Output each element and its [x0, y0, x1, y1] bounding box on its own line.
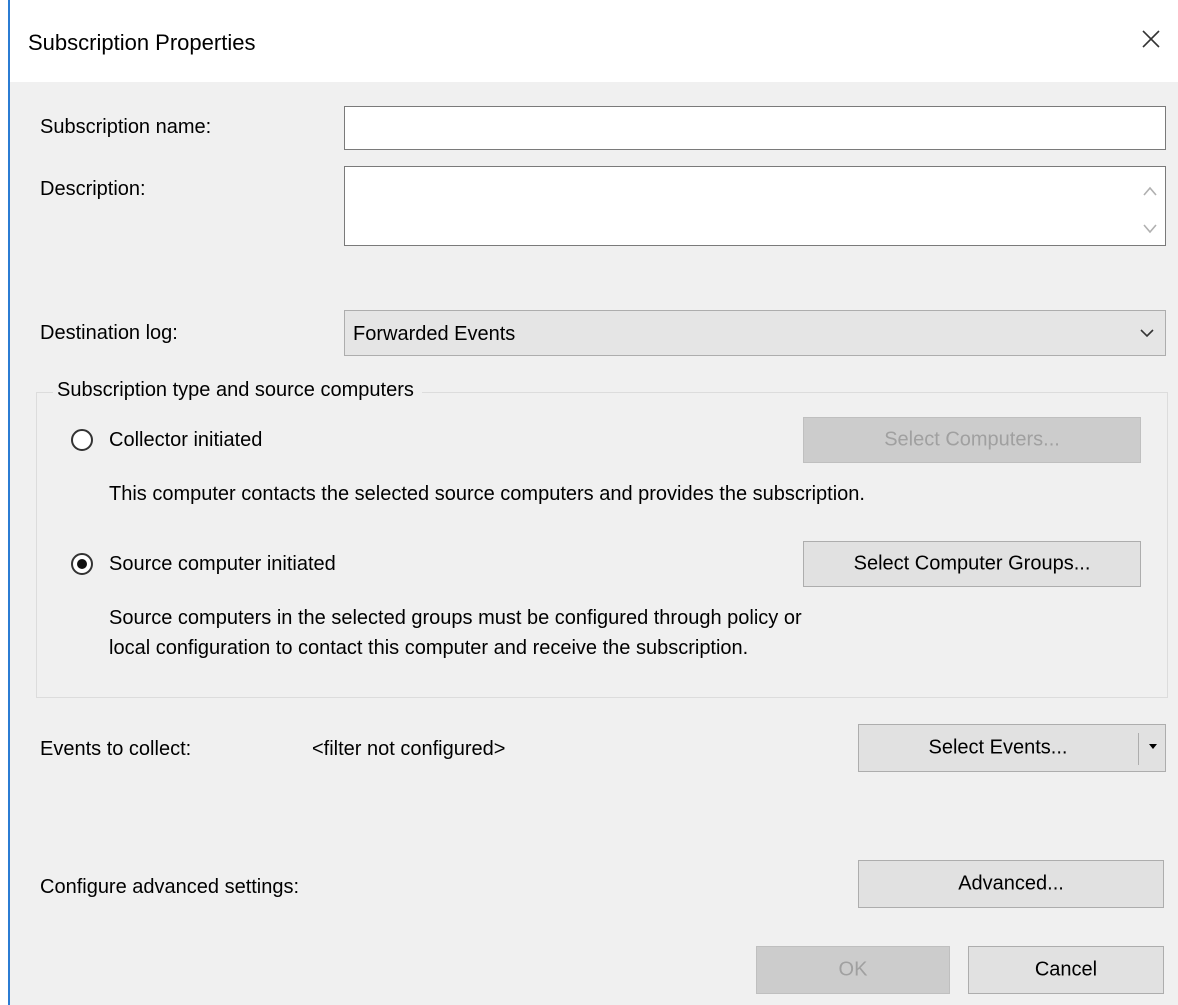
- select-events-split-button[interactable]: Select Events...: [858, 724, 1166, 772]
- description-input[interactable]: [344, 166, 1166, 246]
- split-divider: [1138, 733, 1139, 765]
- radio-selected-dot: [77, 559, 87, 569]
- collector-initiated-description: This computer contacts the selected sour…: [109, 483, 865, 505]
- cancel-button-label: Cancel: [1034, 958, 1098, 981]
- scroll-down-icon[interactable]: [1143, 224, 1157, 234]
- source-computer-initiated-radio[interactable]: [71, 553, 93, 575]
- destination-log-select[interactable]: Forwarded Events: [344, 310, 1166, 356]
- description-scrollbar[interactable]: [1139, 173, 1161, 239]
- subscription-type-legend: Subscription type and source computers: [53, 379, 422, 402]
- select-computer-groups-button-label: Select Computer Groups...: [853, 552, 1091, 575]
- scroll-up-icon[interactable]: [1143, 186, 1157, 196]
- collector-initiated-label[interactable]: Collector initiated: [109, 429, 262, 452]
- select-computers-button[interactable]: Select Computers...: [803, 417, 1141, 463]
- advanced-settings-label: Configure advanced settings:: [40, 876, 300, 898]
- select-computers-button-label: Select Computers...: [884, 428, 1060, 451]
- dialog-body: Subscription name: Description: Destinat…: [10, 82, 1178, 1005]
- ok-button-label: OK: [838, 958, 868, 981]
- collector-initiated-radio[interactable]: [71, 429, 93, 451]
- window-title: Subscription Properties: [28, 30, 256, 55]
- advanced-button-label: Advanced...: [958, 872, 1064, 895]
- destination-log-label: Destination log:: [40, 322, 178, 344]
- close-icon[interactable]: [1136, 24, 1166, 54]
- caret-down-icon[interactable]: [1149, 744, 1157, 749]
- destination-log-value: Forwarded Events: [353, 323, 516, 345]
- select-events-button-label: Select Events...: [928, 736, 1068, 759]
- ok-button[interactable]: OK: [756, 946, 950, 994]
- advanced-button[interactable]: Advanced...: [858, 860, 1164, 908]
- cancel-button[interactable]: Cancel: [968, 946, 1164, 994]
- source-computer-initiated-label[interactable]: Source computer initiated: [109, 553, 336, 576]
- select-computer-groups-button[interactable]: Select Computer Groups...: [803, 541, 1141, 587]
- title-bar: Subscription Properties: [10, 0, 1178, 82]
- subscription-name-label: Subscription name:: [40, 116, 212, 138]
- source-initiated-description-line1: Source computers in the selected groups …: [109, 607, 802, 629]
- events-filter-status: <filter not configured>: [312, 738, 506, 760]
- source-initiated-description-line2: local configuration to contact this comp…: [109, 637, 749, 659]
- description-label: Description:: [40, 178, 146, 200]
- subscription-name-input[interactable]: [344, 106, 1166, 150]
- events-to-collect-label: Events to collect:: [40, 738, 192, 760]
- chevron-down-icon: [1140, 329, 1154, 338]
- subscription-type-group: Subscription type and source computers C…: [36, 379, 1168, 698]
